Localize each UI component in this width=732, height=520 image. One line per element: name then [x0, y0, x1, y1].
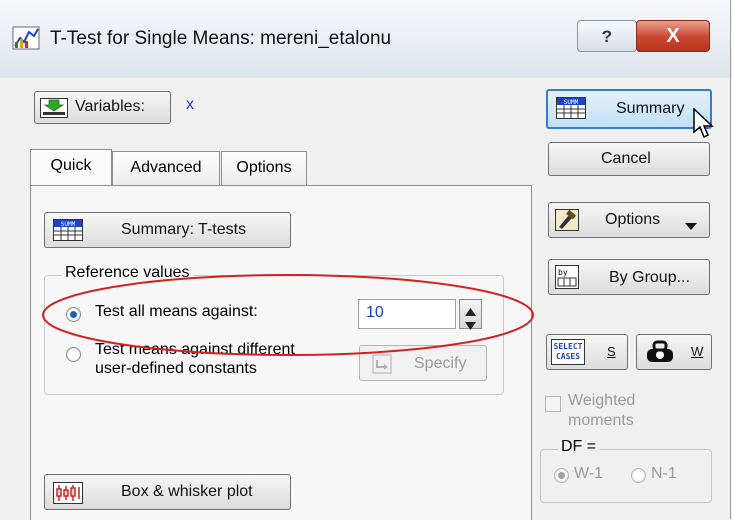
weighted-moments-label: Weighted moments [568, 391, 635, 431]
tab-options-label: Options [236, 159, 292, 176]
summary-table-icon: SUMM [556, 97, 586, 124]
dropdown-arrow-icon [685, 217, 697, 235]
tab-quick-label: Quick [50, 157, 92, 174]
tab-options[interactable]: Options [221, 151, 307, 185]
svg-text:by: by [558, 268, 568, 277]
close-button[interactable]: X [636, 20, 710, 52]
window-title: T-Test for Single Means: mereni_etalonu [50, 28, 392, 49]
select-cases-icon-text-1: SELECT [553, 342, 583, 351]
summary-ttests-button[interactable]: SUMM Summary: T-tests [44, 212, 291, 248]
cancel-button[interactable]: Cancel [548, 142, 710, 176]
svg-text:SUMM: SUMM [564, 99, 579, 106]
df-title: DF = [558, 438, 600, 456]
weight-button[interactable]: W [636, 334, 712, 370]
summary-label: Summary [616, 100, 685, 117]
select-cases-key: S [607, 344, 616, 359]
options-button[interactable]: Options [548, 202, 710, 238]
df-radio-n1[interactable] [631, 468, 646, 483]
select-cases-icon: SELECT CASES [551, 339, 585, 365]
weight-icon [645, 340, 675, 369]
options-label: Options [605, 211, 661, 228]
tab-advanced-label: Advanced [130, 159, 202, 176]
box-whisker-label: Box & whisker plot [121, 483, 253, 500]
variables-value: x [186, 96, 194, 113]
variables-icon [40, 98, 68, 123]
highlight-ellipse-annotation [40, 272, 536, 363]
by-group-icon: by [555, 265, 579, 294]
weighted-moments-line1: Weighted [568, 392, 636, 409]
select-cases-icon-text-2: CASES [555, 352, 581, 361]
by-group-button[interactable]: by By Group... [548, 259, 710, 295]
help-button[interactable]: ? [577, 20, 637, 52]
select-cases-button[interactable]: SELECT CASES S [546, 334, 628, 370]
weight-key: W [691, 344, 704, 359]
weighted-moments-checkbox[interactable] [545, 396, 561, 412]
svg-text:SUMM: SUMM [61, 221, 76, 228]
app-chart-icon [12, 24, 42, 52]
df-w1-label: W-1 [574, 465, 604, 482]
df-radio-w1[interactable] [554, 468, 569, 483]
variables-button[interactable]: Variables: [34, 91, 171, 124]
tab-advanced[interactable]: Advanced [112, 151, 220, 185]
variables-label: Variables: [75, 98, 145, 115]
weighted-moments-line2: moments [568, 412, 634, 429]
cancel-label: Cancel [601, 150, 651, 167]
tab-quick[interactable]: Quick [30, 149, 112, 187]
options-hammer-icon [555, 209, 579, 236]
summary-button[interactable]: SUMM Summary [546, 89, 712, 129]
df-n1-label: N-1 [651, 465, 677, 482]
box-whisker-icon [53, 482, 83, 509]
by-group-label: By Group... [609, 269, 690, 286]
summary-ttests-label: Summary: T-tests [121, 221, 247, 238]
summary-table-icon: SUMM [53, 219, 83, 246]
mouse-cursor-icon [693, 107, 715, 145]
box-whisker-button[interactable]: Box & whisker plot [44, 474, 291, 510]
